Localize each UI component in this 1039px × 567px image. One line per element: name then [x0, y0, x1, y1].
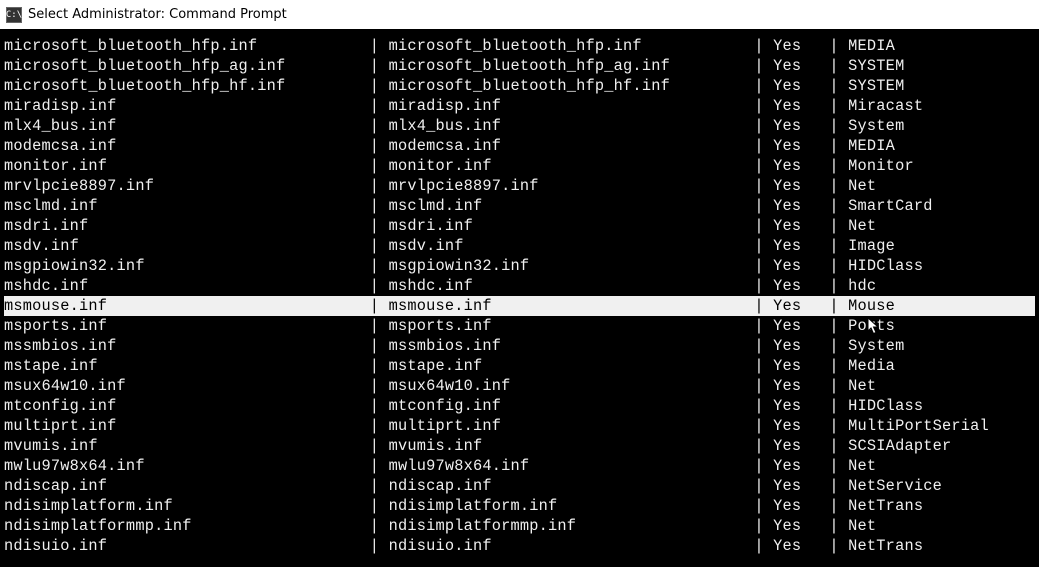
terminal-output[interactable]: microsoft_bluetooth_hfp.inf | microsoft_… [0, 30, 1039, 567]
output-row[interactable]: microsoft_bluetooth_hfp.inf | microsoft_… [4, 36, 1035, 56]
output-row[interactable]: mshdc.inf | mshdc.inf | Yes | hdc [4, 276, 1035, 296]
output-row[interactable]: microsoft_bluetooth_hfp_hf.inf | microso… [4, 76, 1035, 96]
cmd-icon: C:\ [6, 7, 22, 23]
output-row[interactable]: ndiscap.inf | ndiscap.inf | Yes | NetSer… [4, 476, 1035, 496]
output-row[interactable]: monitor.inf | monitor.inf | Yes | Monito… [4, 156, 1035, 176]
output-row[interactable]: mtconfig.inf | mtconfig.inf | Yes | HIDC… [4, 396, 1035, 416]
output-row[interactable]: msmouse.inf | msmouse.inf | Yes | Mouse [4, 296, 1035, 316]
window-titlebar[interactable]: C:\ Select Administrator: Command Prompt [0, 0, 1039, 30]
output-row[interactable]: ndisuio.inf | ndisuio.inf | Yes | NetTra… [4, 536, 1035, 556]
output-row[interactable]: mssmbios.inf | mssmbios.inf | Yes | Syst… [4, 336, 1035, 356]
output-row[interactable]: msux64w10.inf | msux64w10.inf | Yes | Ne… [4, 376, 1035, 396]
output-row[interactable]: miradisp.inf | miradisp.inf | Yes | Mira… [4, 96, 1035, 116]
output-row[interactable]: mvumis.inf | mvumis.inf | Yes | SCSIAdap… [4, 436, 1035, 456]
output-row[interactable]: mstape.inf | mstape.inf | Yes | Media [4, 356, 1035, 376]
output-row[interactable]: msdri.inf | msdri.inf | Yes | Net [4, 216, 1035, 236]
output-row[interactable]: mlx4_bus.inf | mlx4_bus.inf | Yes | Syst… [4, 116, 1035, 136]
output-row[interactable]: microsoft_bluetooth_hfp_ag.inf | microso… [4, 56, 1035, 76]
output-row[interactable]: ndisimplatformmp.inf | ndisimplatformmp.… [4, 516, 1035, 536]
output-row[interactable]: mwlu97w8x64.inf | mwlu97w8x64.inf | Yes … [4, 456, 1035, 476]
output-row[interactable]: msgpiowin32.inf | msgpiowin32.inf | Yes … [4, 256, 1035, 276]
window-title: Select Administrator: Command Prompt [28, 7, 287, 22]
output-row[interactable]: ndisimplatform.inf | ndisimplatform.inf … [4, 496, 1035, 516]
output-row[interactable]: multiprt.inf | multiprt.inf | Yes | Mult… [4, 416, 1035, 436]
output-row[interactable]: msports.inf | msports.inf | Yes | Ports [4, 316, 1035, 336]
output-row[interactable]: mrvlpcie8897.inf | mrvlpcie8897.inf | Ye… [4, 176, 1035, 196]
output-row[interactable]: msdv.inf | msdv.inf | Yes | Image [4, 236, 1035, 256]
output-row[interactable]: msclmd.inf | msclmd.inf | Yes | SmartCar… [4, 196, 1035, 216]
output-row[interactable]: modemcsa.inf | modemcsa.inf | Yes | MEDI… [4, 136, 1035, 156]
